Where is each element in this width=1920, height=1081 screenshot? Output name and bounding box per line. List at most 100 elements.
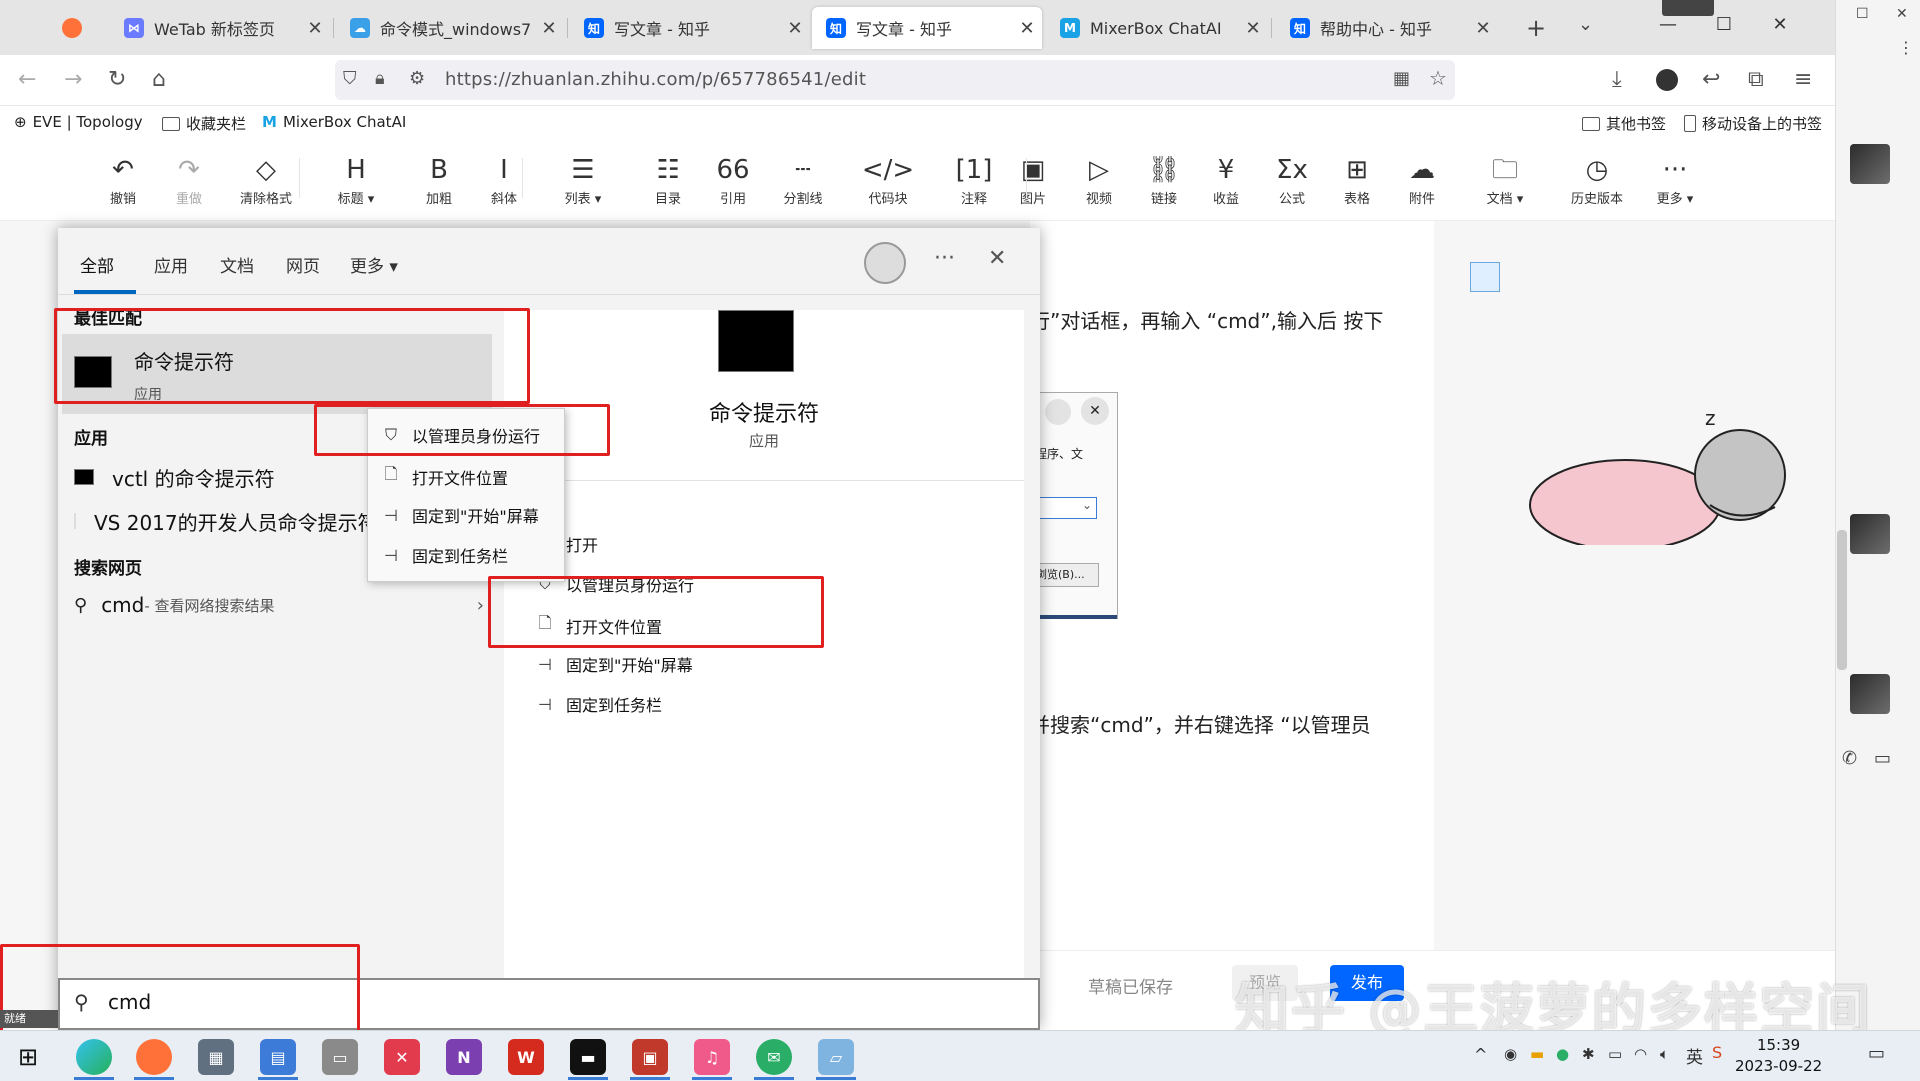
qr-code-icon[interactable]: ▦ [1393, 68, 1410, 89]
context-pin-to-taskbar[interactable]: ⊣固定到任务栏 [382, 543, 508, 567]
avatar[interactable] [1850, 514, 1890, 554]
minimize-icon[interactable]: — [1640, 14, 1696, 35]
action-pin-to-start[interactable]: ⊣固定到"开始"屏幕 [536, 652, 693, 676]
toolbar-button-0[interactable]: ↶撤销 [93, 154, 153, 207]
wechat-icon[interactable]: ✉ [756, 1039, 792, 1075]
remote-desktop-icon[interactable]: ▭ [322, 1039, 358, 1075]
notification-icon[interactable]: ▭ [1868, 1043, 1885, 1064]
bookmark-favorites-folder[interactable]: 收藏夹栏 [162, 113, 246, 134]
toolbar-button-1[interactable]: ↷重做 [159, 154, 219, 207]
lock-icon[interactable]: 🔒︎ [375, 68, 385, 89]
battery-icon[interactable]: ▭ [1608, 1045, 1622, 1063]
download-icon[interactable]: ⤓ [1612, 67, 1622, 92]
toolbar-button-20[interactable]: ◷历史版本 [1567, 154, 1627, 207]
maximize-icon[interactable]: ☐ [1696, 14, 1752, 35]
close-icon[interactable]: ✕ [534, 18, 564, 39]
close-icon[interactable]: ✕ [780, 18, 810, 39]
input-language[interactable]: 英 [1686, 1043, 1703, 1068]
shield-icon[interactable]: ⛉ [343, 68, 357, 89]
tab-mixerbox[interactable]: M MixerBox ChatAI ✕ [1046, 7, 1268, 49]
window-restore-icon[interactable]: ☐ [1856, 6, 1869, 22]
toolbar-button-7[interactable]: ☷目录 [638, 154, 698, 207]
avatar[interactable] [1850, 674, 1890, 714]
tab-wetab[interactable]: ⋈ WeTab 新标签页 ✕ [110, 7, 330, 49]
toolbar-button-3[interactable]: H标题 ▾ [326, 154, 386, 207]
star-icon[interactable]: ☆ [1429, 66, 1447, 90]
filter-tab-documents[interactable]: 文档 [220, 252, 254, 277]
close-icon[interactable]: ✕ [1238, 18, 1268, 39]
more-options-icon[interactable]: ··· [934, 246, 955, 271]
xmind-icon[interactable]: ✕ [384, 1039, 420, 1075]
toolbar-button-10[interactable]: </>代码块 [858, 154, 918, 207]
filter-tab-apps[interactable]: 应用 [154, 252, 188, 277]
site-settings-icon[interactable]: ⚙ [409, 68, 425, 89]
video-call-icon[interactable]: ▭ [1874, 748, 1891, 769]
command-prompt-icon[interactable]: ▬ [570, 1039, 606, 1075]
toolbar-button-6[interactable]: ☰列表 ▾ [553, 154, 613, 207]
toolbar-button-11[interactable]: [1]注释 [944, 154, 1004, 207]
close-icon[interactable]: ✕ [1081, 397, 1109, 425]
phone-icon[interactable]: ✆ [1842, 748, 1857, 769]
share-icon[interactable]: ↩ [1702, 67, 1720, 92]
app-result-vs2017[interactable]: VS 2017的开发人员命令提示符 [74, 504, 374, 538]
close-icon[interactable]: ✕ [988, 246, 1006, 271]
chevron-right-icon[interactable]: › [477, 595, 484, 616]
wechat-tray-icon[interactable]: ● [1556, 1045, 1569, 1063]
toolbar-button-2[interactable]: ◇清除格式 [236, 154, 296, 207]
screen-recorder-icon[interactable]: ▣ [632, 1039, 668, 1075]
calculator-icon[interactable]: ▦ [198, 1039, 234, 1075]
tab-zhihu-write-active[interactable]: 知 写文章 - 知乎 ✕ [812, 7, 1042, 49]
reload-icon[interactable]: ↻ [108, 67, 126, 92]
profile-avatar[interactable] [1656, 69, 1678, 91]
windows-start-icon[interactable]: ⊞ [18, 1043, 38, 1071]
system-clock[interactable]: 15:39 2023-09-22 [1735, 1035, 1822, 1077]
close-icon[interactable]: ✕ [300, 18, 330, 39]
action-pin-to-taskbar[interactable]: ⊣固定到任务栏 [536, 692, 662, 716]
url-text[interactable]: https://zhuanlan.zhihu.com/p/657786541/e… [445, 69, 866, 90]
sogou-ime-icon[interactable]: S [1712, 1043, 1722, 1062]
forward-icon[interactable]: → [64, 67, 82, 92]
onenote-icon[interactable]: N [446, 1039, 482, 1075]
toolbar-button-17[interactable]: ⊞表格 [1327, 154, 1387, 207]
filter-tab-all[interactable]: 全部 [80, 252, 114, 277]
toolbar-button-4[interactable]: B加粗 [409, 154, 469, 207]
tab-zhihu-write[interactable]: 知 写文章 - 知乎 ✕ [570, 7, 810, 49]
user-avatar[interactable] [864, 242, 906, 284]
filter-tab-web[interactable]: 网页 [286, 252, 320, 277]
home-icon[interactable]: ⌂ [152, 67, 166, 92]
browse-button[interactable]: 浏览(B)... [1035, 563, 1099, 587]
wps-icon[interactable]: W [508, 1039, 544, 1075]
tab-list-chevron-icon[interactable]: ⌄ [1578, 14, 1593, 35]
file-explorer-icon[interactable]: ▤ [260, 1039, 296, 1075]
toolbar-button-12[interactable]: ▣图片 [1003, 154, 1063, 207]
volume-icon[interactable]: 🔈︎ [1660, 1045, 1669, 1063]
toolbar-button-14[interactable]: ⛓链接 [1134, 154, 1194, 207]
toolbar-button-9[interactable]: ┄分割线 [773, 154, 833, 207]
app-result-vctl[interactable]: vctl 的命令提示符 [74, 460, 374, 494]
bluetooth-icon[interactable]: ✱ [1582, 1045, 1595, 1063]
menu-icon[interactable]: ≡ [1794, 67, 1812, 92]
show-hidden-icons-chevron[interactable]: ^ [1474, 1045, 1487, 1064]
toolbar-button-18[interactable]: ☁附件 [1392, 154, 1452, 207]
bookmark-other[interactable]: 其他书签 [1582, 113, 1666, 134]
firefox-icon[interactable] [136, 1039, 172, 1075]
filter-tab-more[interactable]: 更多 ▾ [350, 252, 398, 277]
bookmark-mobile[interactable]: 移动设备上的书签 [1684, 113, 1822, 134]
tab-zhihu-help[interactable]: 知 帮助中心 - 知乎 ✕ [1276, 7, 1498, 49]
wifi-icon[interactable]: ◠ [1634, 1045, 1647, 1063]
edge-dev-icon[interactable] [76, 1039, 112, 1075]
toolbar-button-15[interactable]: ¥收益 [1196, 154, 1256, 207]
web-search-result[interactable]: ⚲ cmd - 查看网络搜索结果 › [74, 588, 484, 622]
vmware-icon[interactable]: ▱ [818, 1039, 854, 1075]
context-open-file-location[interactable]: 🗋︎打开文件位置 [382, 463, 508, 490]
address-bar[interactable]: ⛉ 🔒︎ ⚙ https://zhuanlan.zhihu.com/p/6577… [335, 60, 1455, 100]
toolbar-button-19[interactable]: 🗀文档 ▾ [1475, 154, 1535, 207]
close-icon[interactable]: ✕ [1896, 6, 1908, 22]
close-window-icon[interactable]: ✕ [1752, 14, 1808, 35]
toolbar-button-16[interactable]: Σx公式 [1262, 154, 1322, 207]
scrollbar-thumb[interactable] [1837, 530, 1847, 670]
tray-app-icon[interactable]: ▬ [1530, 1045, 1544, 1063]
avatar[interactable] [1850, 144, 1890, 184]
toolbar-button-13[interactable]: ▷视频 [1069, 154, 1129, 207]
dialog-input[interactable]: ⌄ [1035, 497, 1097, 519]
